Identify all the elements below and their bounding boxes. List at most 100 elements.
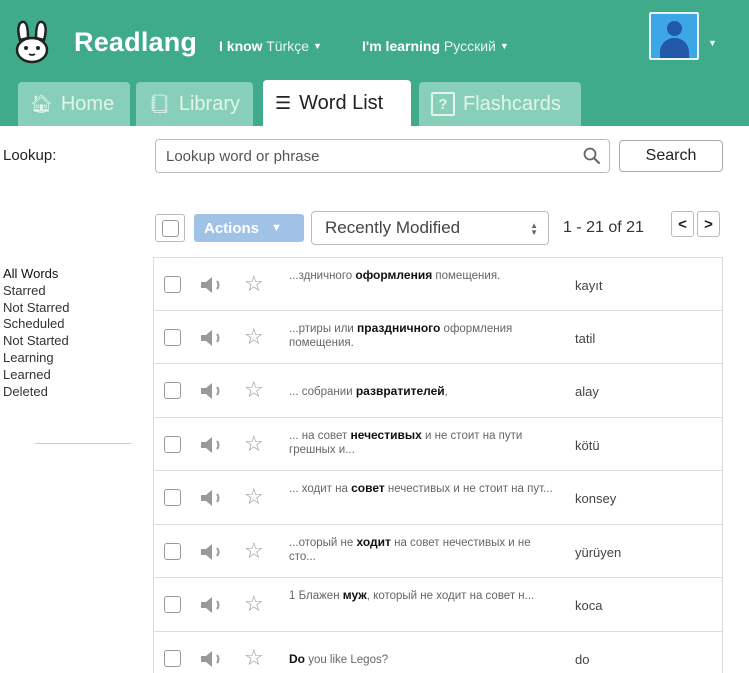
star-icon[interactable]: ☆: [244, 484, 264, 510]
context-word: ходит: [356, 534, 391, 549]
word-context: ... на совет нечестивых и не стоит на пу…: [289, 428, 559, 457]
star-icon[interactable]: ☆: [244, 538, 264, 564]
word-translation: koca: [575, 598, 603, 613]
context-word: развратителей: [355, 384, 445, 398]
speaker-icon[interactable]: [200, 650, 226, 668]
tab-library-label: Library: [178, 92, 240, 115]
tab-word-list[interactable]: ☰ Word List: [263, 80, 411, 126]
word-context: ...оторый не ходит на совет нечестивых и…: [289, 535, 559, 564]
sort-select[interactable]: Recently Modified ▲ ▼: [311, 211, 549, 245]
brand-name[interactable]: Readlang: [74, 27, 197, 58]
actions-label: Actions: [204, 219, 260, 237]
known-language-value: Türkçe: [266, 38, 309, 54]
tab-home-label: Home: [60, 92, 115, 115]
speaker-icon[interactable]: [200, 489, 226, 507]
word-context: ...здничного оформления помещения.: [289, 268, 559, 283]
star-icon[interactable]: ☆: [244, 271, 264, 297]
word-filters: All Words Starred Not Starred Scheduled …: [3, 266, 143, 400]
filter-learned[interactable]: Learned: [3, 367, 143, 384]
word-translation: yürüyen: [575, 544, 622, 560]
word-context: ... собрании развратителей,: [289, 384, 559, 399]
tab-flashcards[interactable]: ? Flashcards: [419, 82, 581, 126]
caret-down-icon: ▼: [313, 41, 322, 51]
word-translation: alay: [575, 384, 599, 399]
learning-language-lead: I'm learning: [362, 38, 441, 54]
context-word: совет: [351, 481, 385, 495]
star-icon[interactable]: ☆: [244, 645, 264, 671]
lookup-input[interactable]: [155, 139, 610, 173]
context-pre: ...ртиры или: [289, 322, 358, 335]
book-icon: 📒︎: [148, 93, 171, 114]
lookup-label: Lookup:: [3, 147, 57, 164]
learning-language-dropdown[interactable]: I'm learning Русский ▼: [362, 38, 509, 54]
row-checkbox[interactable]: [164, 382, 181, 399]
speaker-icon[interactable]: [200, 543, 226, 561]
filter-learning[interactable]: Learning: [3, 350, 143, 367]
bunny-logo-icon[interactable]: [14, 20, 50, 64]
speaker-icon[interactable]: [200, 329, 226, 347]
context-word: нечестивых: [350, 427, 422, 442]
word-translation: konsey: [575, 491, 617, 506]
speaker-icon[interactable]: [200, 436, 226, 454]
word-context: 1 Блажен муж, который не ходит на совет …: [289, 588, 559, 603]
filter-all-words[interactable]: All Words: [3, 266, 143, 283]
context-post: помещения.: [432, 270, 501, 282]
filter-starred[interactable]: Starred: [3, 283, 143, 300]
table-row: ☆ ... ходит на совет нечестивых и не сто…: [153, 471, 723, 525]
table-row: ☆ Do you like Legos? do: [153, 631, 723, 673]
prev-page-button[interactable]: <: [671, 211, 694, 237]
search-button[interactable]: Search: [619, 140, 723, 172]
context-word: муж: [342, 588, 367, 602]
caret-down-icon: ▼: [271, 222, 282, 234]
tab-library[interactable]: 📒︎ Library: [136, 82, 253, 126]
row-checkbox[interactable]: [164, 435, 181, 453]
word-translation: kayıt: [575, 278, 603, 293]
row-checkbox[interactable]: [164, 596, 181, 613]
row-checkbox[interactable]: [164, 276, 181, 293]
tab-home[interactable]: 🏠︎ Home: [18, 82, 130, 126]
known-language-dropdown[interactable]: I know Türkçe ▼: [219, 38, 322, 54]
context-word: оформления: [355, 268, 433, 282]
sort-selected-value: Recently Modified: [325, 218, 461, 237]
table-row: ☆ ... на совет нечестивых и не стоит на …: [153, 417, 723, 471]
search-icon[interactable]: [582, 146, 602, 166]
filter-deleted[interactable]: Deleted: [3, 384, 143, 401]
context-pre: ... на совет: [289, 429, 351, 442]
word-translation: kötü: [575, 437, 600, 453]
next-page-button[interactable]: >: [697, 211, 720, 237]
sort-arrows-icon: ▲ ▼: [530, 221, 538, 237]
row-checkbox[interactable]: [164, 649, 181, 667]
avatar-caret-down-icon[interactable]: ▼: [708, 38, 717, 48]
select-all-checkbox[interactable]: [155, 214, 185, 242]
actions-dropdown[interactable]: Actions ▼: [194, 214, 304, 242]
speaker-icon[interactable]: [200, 276, 226, 294]
home-icon: 🏠︎: [30, 93, 53, 114]
context-post: you like Legos?: [305, 653, 389, 666]
filter-not-started[interactable]: Not Started: [3, 333, 143, 350]
star-icon[interactable]: ☆: [244, 324, 264, 350]
caret-down-icon: ▼: [499, 41, 509, 51]
star-icon[interactable]: ☆: [244, 591, 264, 617]
user-avatar[interactable]: [649, 12, 699, 60]
filter-scheduled[interactable]: Scheduled: [3, 316, 143, 333]
row-checkbox[interactable]: [164, 489, 181, 506]
learning-language-value: Русский: [443, 38, 496, 54]
speaker-icon[interactable]: [200, 382, 226, 400]
word-context: ...ртиры или праздничного оформления пом…: [289, 321, 559, 350]
speaker-icon[interactable]: [200, 596, 226, 614]
app-header: Readlang I know Türkçe ▼ I'm learning Рус…: [0, 0, 749, 126]
context-word: праздничного: [357, 320, 441, 335]
star-icon[interactable]: ☆: [244, 431, 264, 457]
filter-not-starred[interactable]: Not Starred: [3, 300, 143, 317]
row-checkbox[interactable]: [164, 542, 181, 560]
checkbox-box: [161, 219, 179, 237]
tab-flashcards-label: Flashcards: [463, 92, 561, 115]
pagination-range: 1 - 21 of 21: [563, 219, 644, 236]
context-post: нечестивых и не стоит на пут...: [384, 483, 553, 495]
context-pre: ... ходит на: [289, 483, 352, 495]
context-word: Do: [289, 651, 305, 666]
row-checkbox[interactable]: [164, 328, 181, 346]
filters-divider: [35, 443, 131, 444]
star-icon[interactable]: ☆: [244, 377, 264, 403]
context-pre: ...оторый не: [289, 536, 357, 549]
